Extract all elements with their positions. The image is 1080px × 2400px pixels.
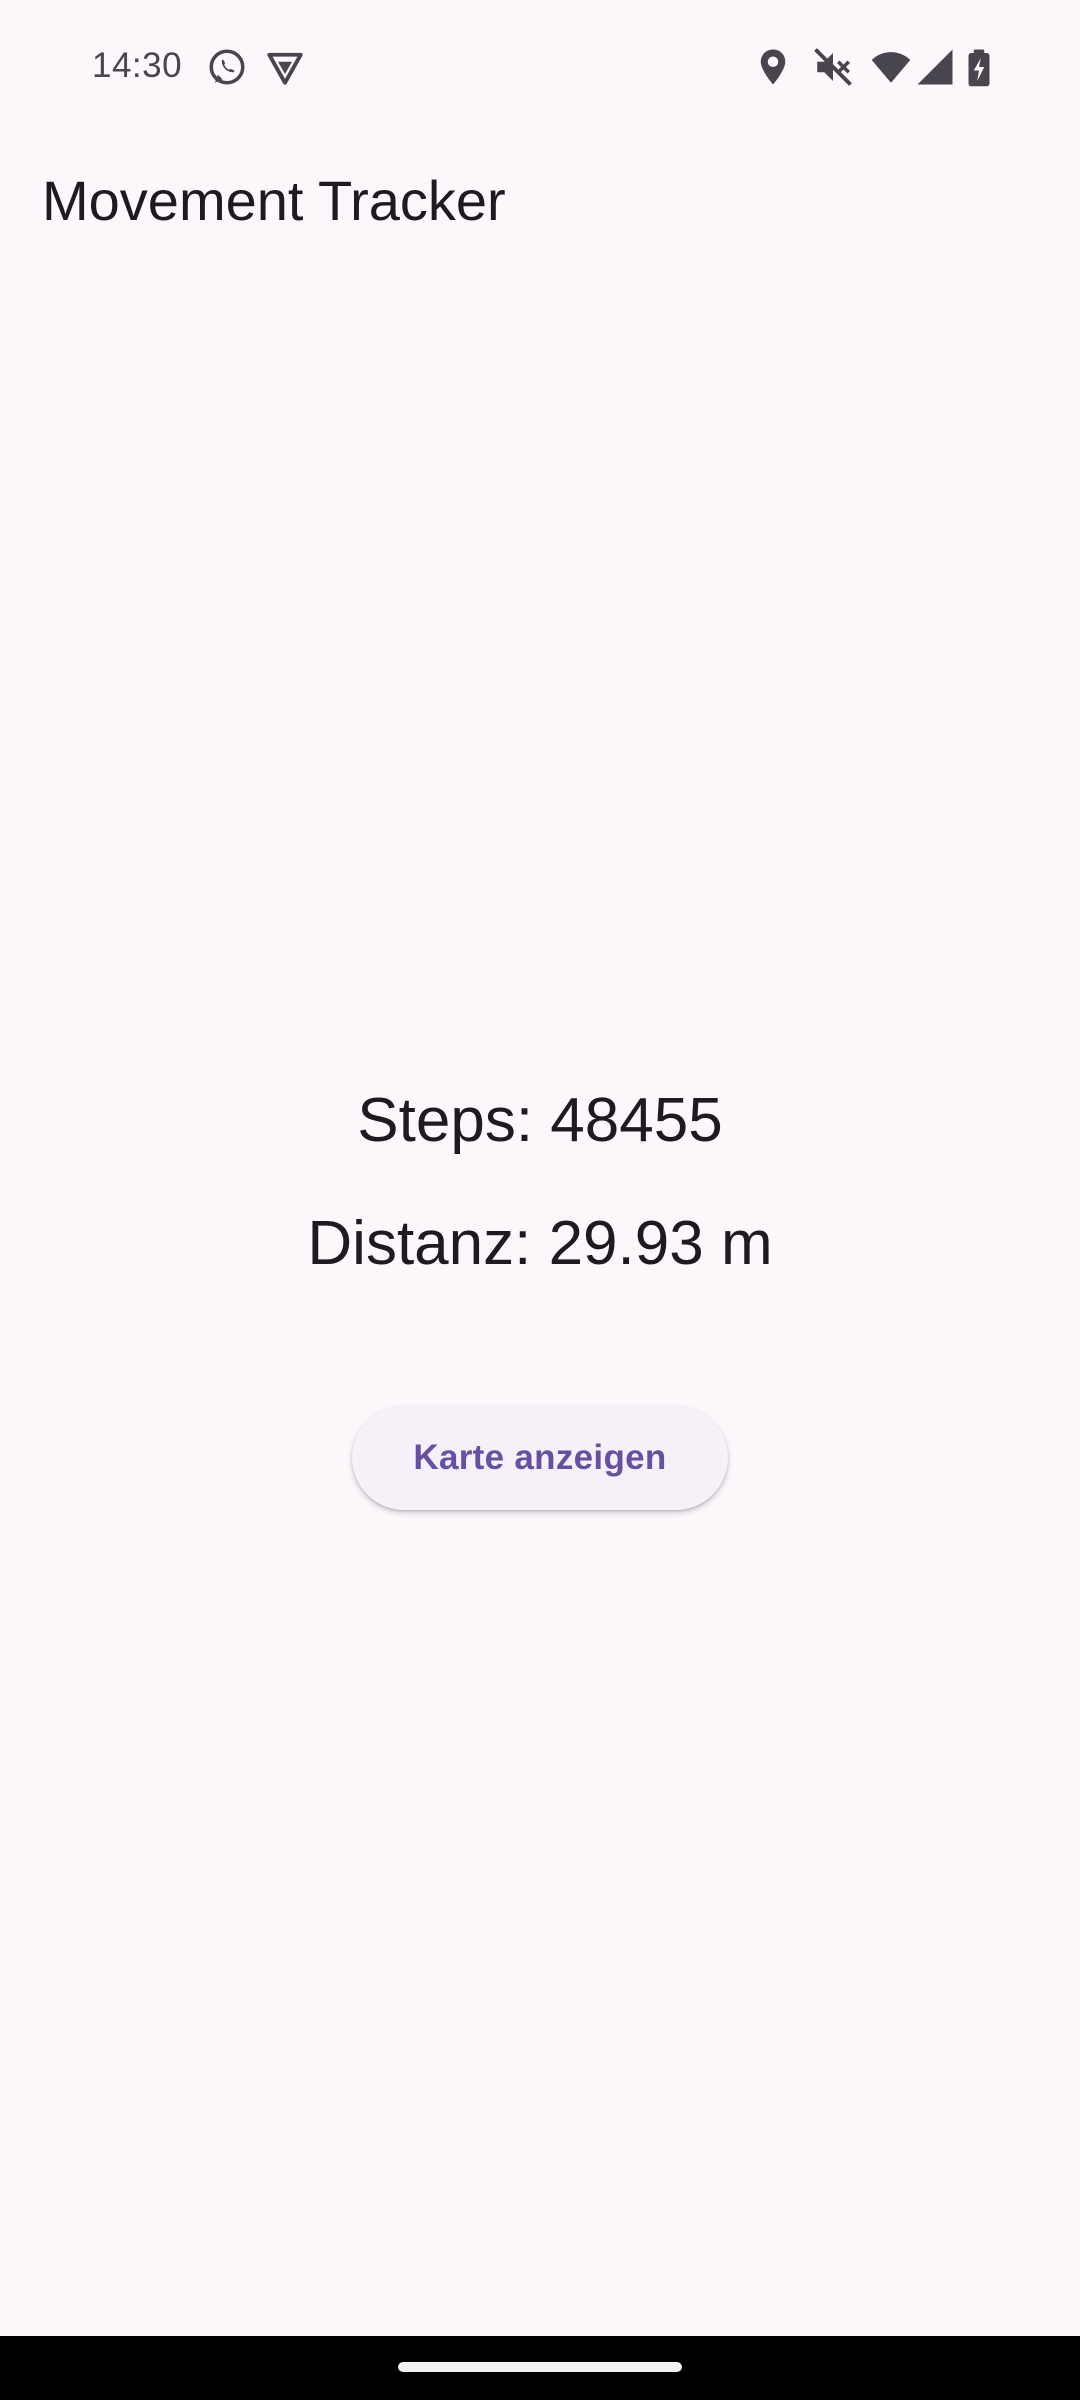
vpn-shield-icon bbox=[264, 46, 306, 88]
steps-count: Steps: 48455 bbox=[357, 1086, 723, 1155]
app-bar: Movement Tracker bbox=[0, 134, 1080, 274]
cell-signal-icon bbox=[914, 46, 956, 88]
home-gesture-handle[interactable] bbox=[398, 2362, 682, 2372]
location-icon bbox=[752, 46, 794, 88]
navigation-bar bbox=[0, 2336, 1080, 2400]
tracker-stats: Steps: 48455 Distanz: 29.93 m bbox=[0, 1090, 1080, 1275]
distance-value: Distanz: 29.93 m bbox=[307, 1209, 773, 1278]
mute-icon bbox=[812, 46, 854, 88]
whatsapp-icon bbox=[206, 46, 248, 88]
status-bar: 14:30 bbox=[0, 0, 1080, 134]
battery-charging-icon bbox=[958, 46, 1000, 88]
show-map-button[interactable]: Karte anzeigen bbox=[352, 1406, 728, 1510]
wifi-icon bbox=[870, 46, 912, 88]
app-title: Movement Tracker bbox=[42, 169, 506, 232]
status-time: 14:30 bbox=[92, 46, 183, 85]
